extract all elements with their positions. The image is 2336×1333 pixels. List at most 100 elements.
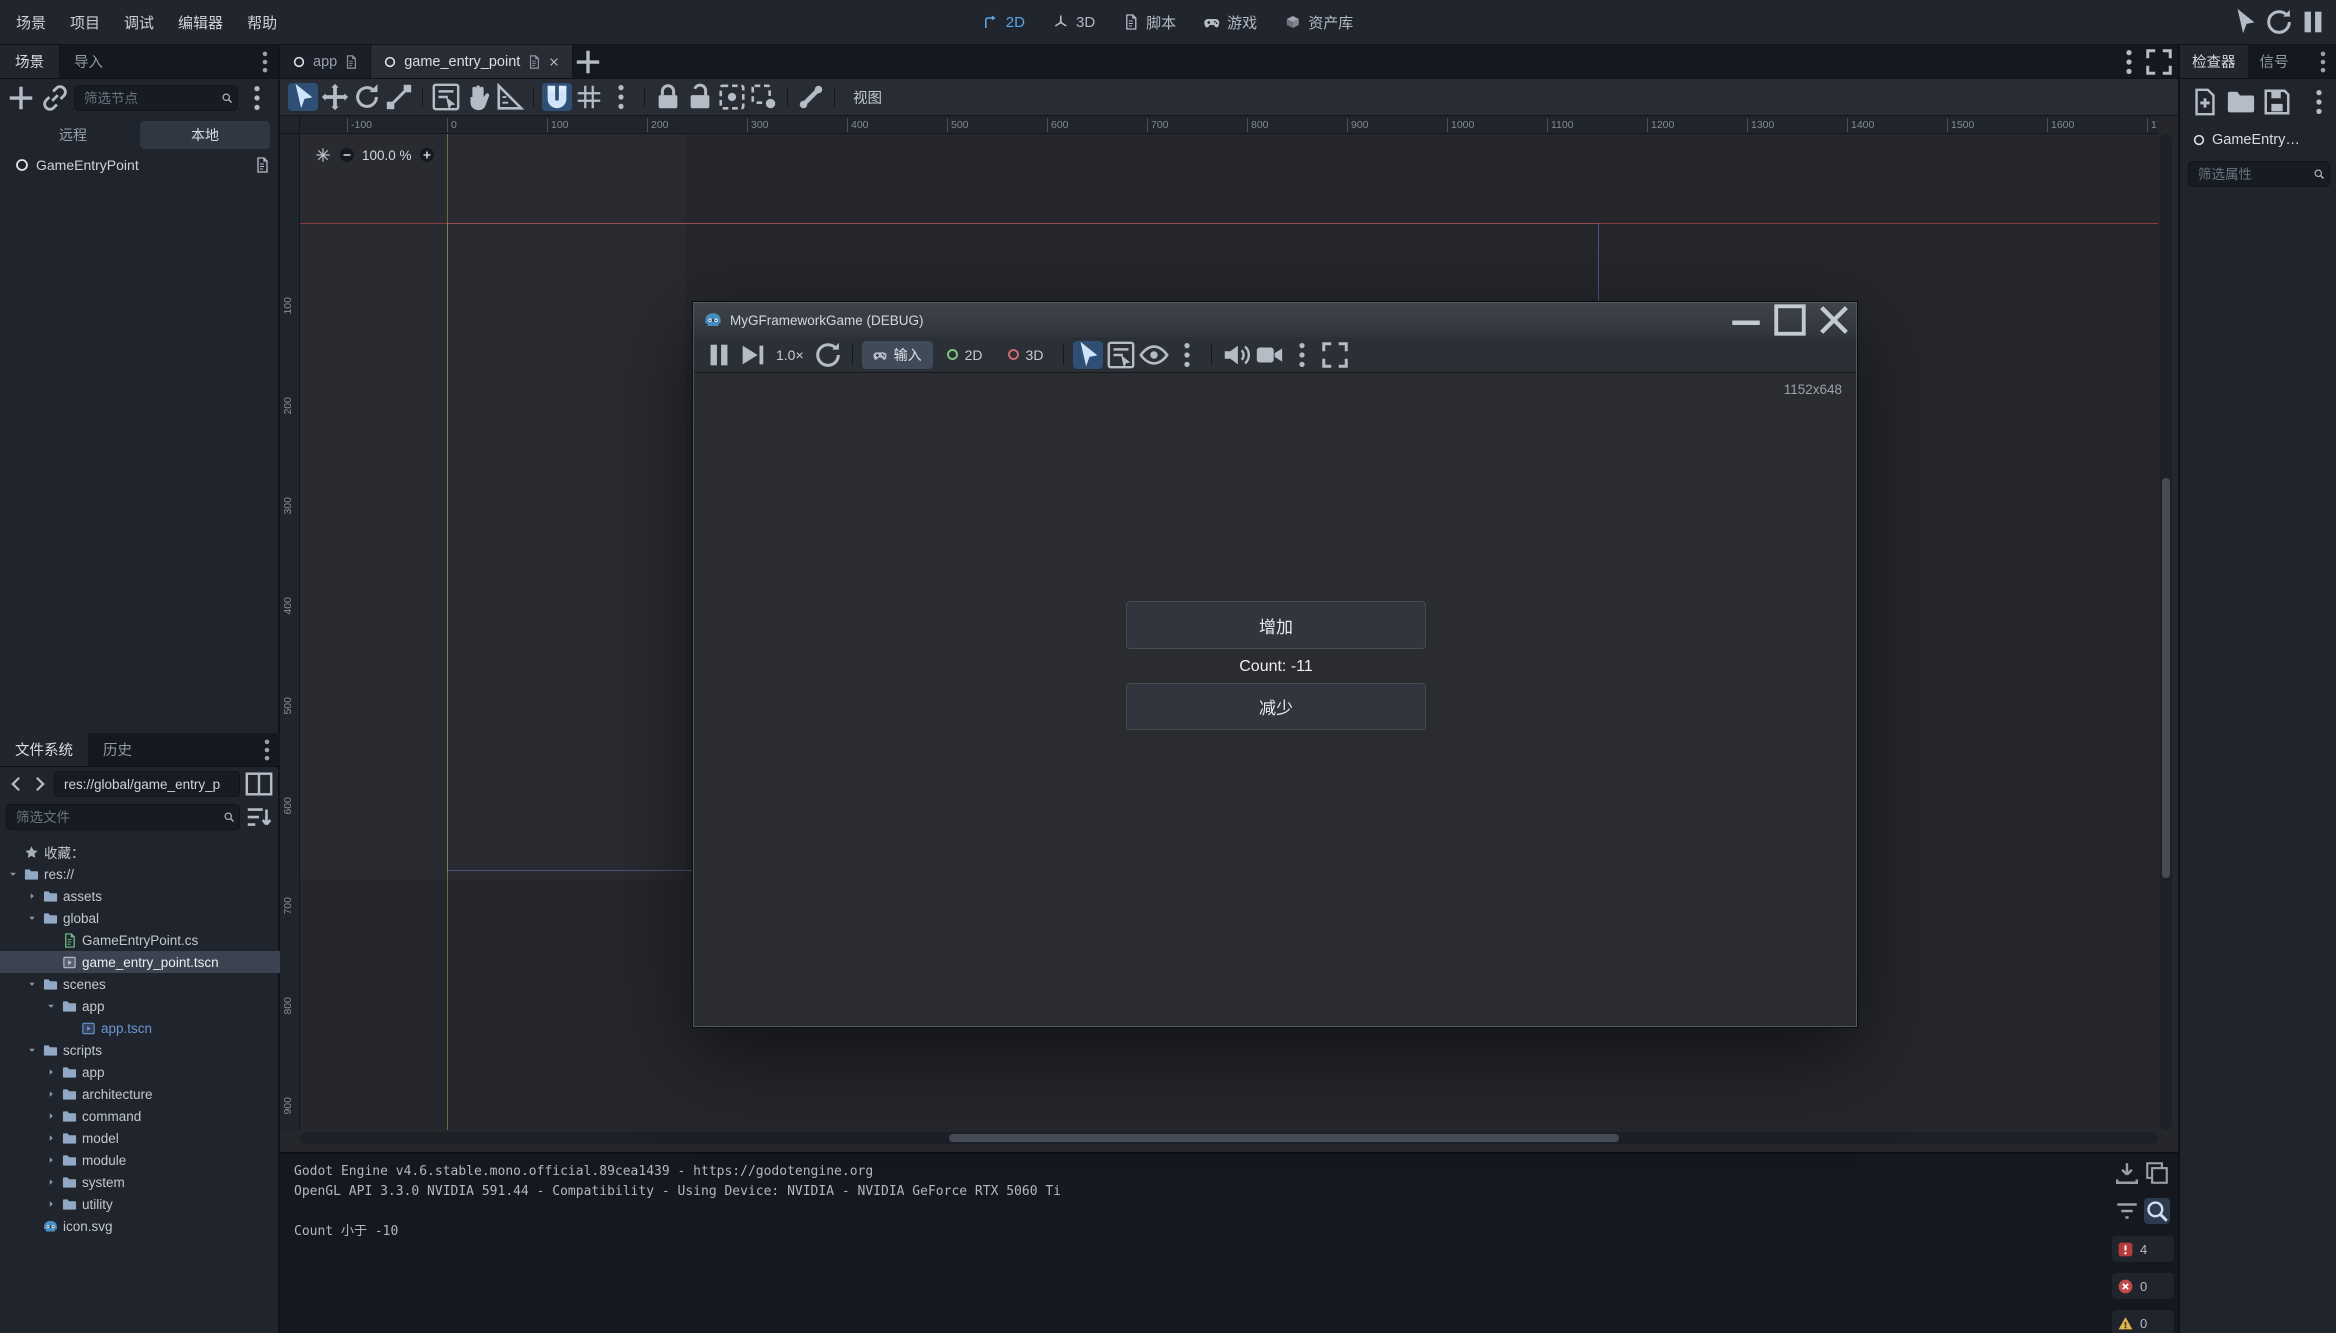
view-menu-button[interactable]: 视图 <box>843 87 892 108</box>
save-resource-button[interactable] <box>2262 88 2292 116</box>
filesystem-menu-icon[interactable] <box>254 733 280 766</box>
close-tab-icon[interactable] <box>548 56 560 68</box>
tree-chevron-icon[interactable] <box>44 1111 57 1121</box>
tree-chevron-icon[interactable] <box>25 891 38 901</box>
camera-override-icon[interactable] <box>1254 341 1284 369</box>
back-button[interactable] <box>6 770 26 798</box>
horizontal-scrollbar-thumb[interactable] <box>949 1134 1619 1142</box>
tree-chevron-icon[interactable] <box>6 869 19 879</box>
script-icon[interactable] <box>344 55 358 69</box>
vertical-scrollbar-thumb[interactable] <box>2162 478 2170 878</box>
tree-chevron-icon[interactable] <box>44 1155 57 1165</box>
vertical-scrollbar[interactable] <box>2160 134 2172 1130</box>
tree-chevron-icon[interactable] <box>44 1199 57 1209</box>
new-scene-tab-button[interactable] <box>573 48 603 76</box>
file-tree-item[interactable]: module <box>0 1149 280 1171</box>
ruler-tool-button[interactable] <box>495 83 525 111</box>
select-tool-button[interactable] <box>288 83 318 111</box>
file-tree-item[interactable]: assets <box>0 885 280 907</box>
file-tree-item[interactable]: global <box>0 907 280 929</box>
file-tree-item[interactable]: command <box>0 1105 280 1127</box>
more-options-icon[interactable] <box>1287 341 1317 369</box>
path-input[interactable] <box>54 771 240 797</box>
dock-tab[interactable]: 场景 <box>0 45 59 78</box>
zoom-in-button[interactable] <box>419 147 435 163</box>
file-tree-item[interactable]: app <box>0 1061 280 1083</box>
node-filter-input[interactable] <box>74 85 238 111</box>
zoom-label[interactable]: 100.0 % <box>362 148 412 163</box>
ungroup-button[interactable] <box>749 83 779 111</box>
scene-tree-menu-button[interactable] <box>242 84 272 112</box>
workspace-tab[interactable]: 2D <box>969 0 1039 44</box>
file-tree-item[interactable]: res:// <box>0 863 280 885</box>
tree-chevron-icon[interactable] <box>44 1089 57 1099</box>
maximize-icon[interactable] <box>1768 303 1812 337</box>
filter-log-button[interactable] <box>2114 1198 2140 1224</box>
file-tree-item[interactable]: system <box>0 1171 280 1193</box>
script-icon[interactable] <box>527 55 541 69</box>
game-debug-window[interactable]: MyGFrameworkGame (DEBUG) 1.0× 输入 2D 3D <box>693 302 1857 1027</box>
zoom-out-button[interactable] <box>339 147 355 163</box>
tree-chevron-icon[interactable] <box>25 979 38 989</box>
save-log-button[interactable] <box>2114 1160 2140 1186</box>
file-tree-item[interactable]: icon.svg <box>0 1215 280 1237</box>
menu-item[interactable]: 项目 <box>58 0 112 44</box>
resource-options-button[interactable] <box>2304 88 2334 116</box>
menu-item[interactable]: 场景 <box>4 0 58 44</box>
move-tool-button[interactable] <box>320 83 350 111</box>
dock-tab[interactable]: 导入 <box>59 45 118 78</box>
property-filter-input[interactable] <box>2188 161 2330 187</box>
workspace-tab[interactable]: 3D <box>1039 0 1109 44</box>
file-filter-input[interactable] <box>6 804 240 830</box>
scale-tool-button[interactable] <box>384 83 414 111</box>
distraction-free-button[interactable] <box>2144 48 2174 76</box>
errors-warnings-badge[interactable]: 4 <box>2112 1236 2174 1262</box>
game-window-titlebar[interactable]: MyGFrameworkGame (DEBUG) <box>694 303 1856 337</box>
scene-tab[interactable]: app <box>280 45 371 78</box>
select-mode-icon[interactable] <box>1073 341 1103 369</box>
workspace-tab[interactable]: 脚本 <box>1109 0 1190 44</box>
speed-label[interactable]: 1.0× <box>770 347 810 363</box>
script-icon[interactable] <box>254 157 270 173</box>
minimize-icon[interactable] <box>1724 303 1768 337</box>
file-tree-item[interactable]: model <box>0 1127 280 1149</box>
menu-item[interactable]: 帮助 <box>235 0 289 44</box>
forward-button[interactable] <box>30 770 50 798</box>
menu-item[interactable]: 编辑器 <box>166 0 235 44</box>
rotate-tool-button[interactable] <box>352 83 382 111</box>
scene-dock-menu-icon[interactable] <box>252 45 278 78</box>
visibility-icon[interactable] <box>1139 341 1169 369</box>
add-node-button[interactable] <box>6 84 36 112</box>
file-tree-item[interactable]: app <box>0 995 280 1017</box>
input-mode-toggle[interactable]: 输入 <box>862 341 933 369</box>
lock-button[interactable] <box>653 83 683 111</box>
search-log-button[interactable] <box>2144 1198 2170 1224</box>
select-options-icon[interactable] <box>1172 341 1202 369</box>
next-frame-icon[interactable] <box>737 341 767 369</box>
file-tree-item[interactable]: scripts <box>0 1039 280 1061</box>
remote-toggle[interactable]: 远程 <box>8 121 138 149</box>
sort-files-button[interactable] <box>244 803 274 831</box>
unlock-button[interactable] <box>685 83 715 111</box>
file-tree-item[interactable]: utility <box>0 1193 280 1215</box>
toggle-split-mode-button[interactable] <box>244 770 274 798</box>
tree-chevron-icon[interactable] <box>44 1001 57 1011</box>
workspace-tab[interactable]: 游戏 <box>1190 0 1271 44</box>
warnings-badge[interactable]: 0 <box>2112 1310 2174 1333</box>
file-tree-item[interactable]: app.tscn <box>0 1017 280 1039</box>
local-toggle[interactable]: 本地 <box>140 121 270 149</box>
load-resource-button[interactable] <box>2226 88 2256 116</box>
tree-chevron-icon[interactable] <box>44 1133 57 1143</box>
close-icon[interactable] <box>1812 303 1856 337</box>
dock-tab[interactable]: 信号 <box>2248 45 2301 78</box>
decrease-button[interactable]: 减少 <box>1126 683 1426 730</box>
instance-scene-button[interactable] <box>40 84 70 112</box>
tree-chevron-icon[interactable] <box>44 1067 57 1077</box>
pointer-icon[interactable] <box>2230 8 2260 36</box>
pan-tool-button[interactable] <box>463 83 493 111</box>
tree-chevron-icon[interactable] <box>25 913 38 923</box>
list-select-button[interactable] <box>431 83 461 111</box>
scene-tab[interactable]: game_entry_point <box>371 45 573 78</box>
pause-icon[interactable] <box>2298 8 2328 36</box>
scene-tree-node[interactable]: GameEntryPoint <box>0 153 278 177</box>
